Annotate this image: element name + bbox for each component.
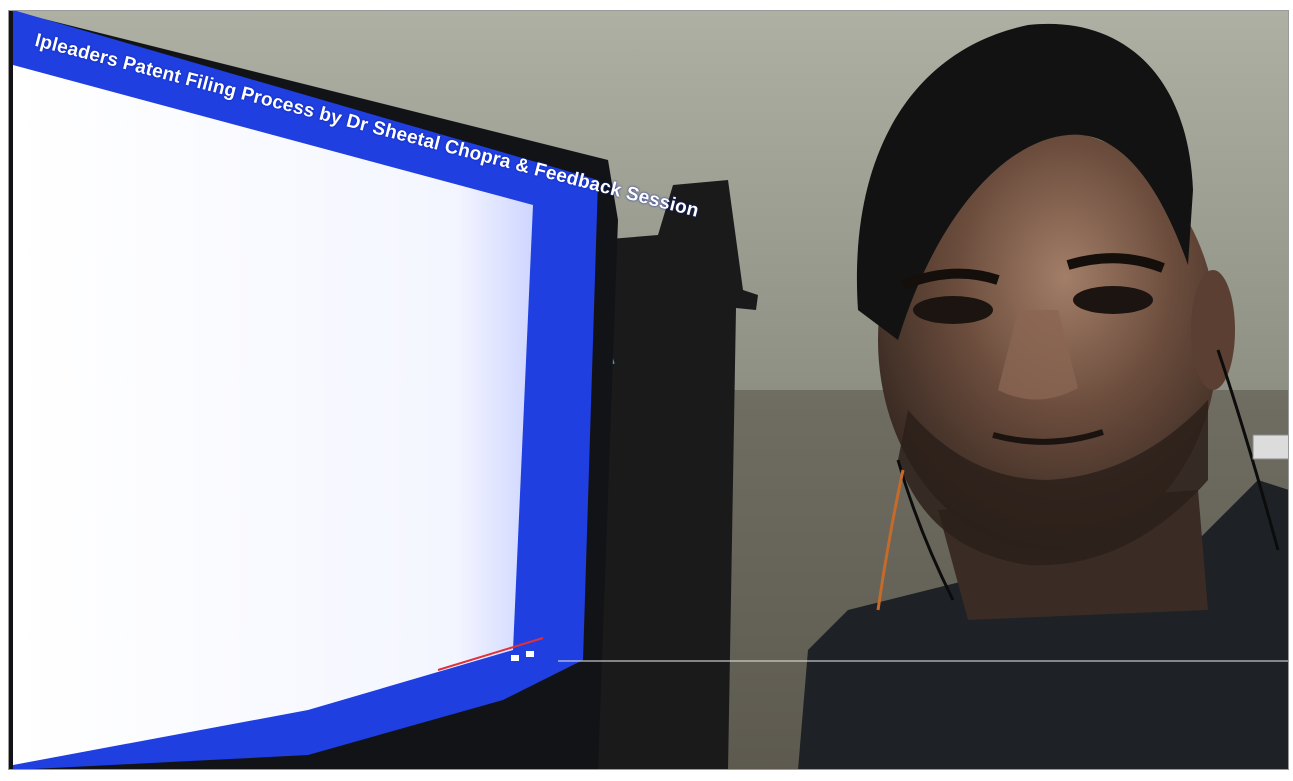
wall-sign [1252, 434, 1289, 460]
webcam-photo: Ipleaders Patent Filing Process by Dr Sh… [8, 10, 1289, 770]
person-ear [1191, 270, 1235, 390]
photo-scene [8, 10, 1289, 770]
person-eye-right [1073, 286, 1153, 314]
screen-control-icon [511, 655, 519, 661]
screen-control-icon [526, 651, 534, 657]
person-eye-left [913, 296, 993, 324]
scanline [558, 660, 1289, 662]
